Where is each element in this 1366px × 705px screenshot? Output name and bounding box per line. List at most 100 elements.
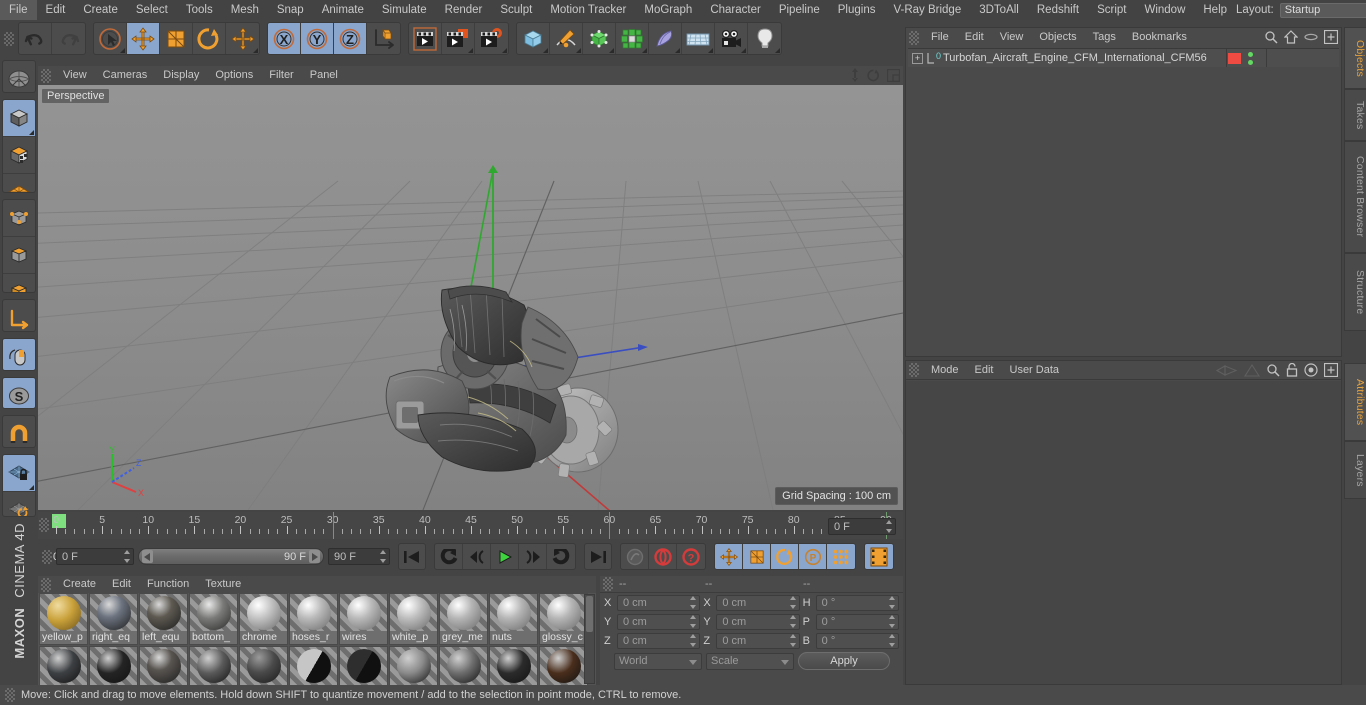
add-environment-button[interactable]	[682, 23, 715, 54]
add-cube-button[interactable]	[517, 23, 550, 54]
expand-panel-icon[interactable]	[1323, 29, 1339, 47]
timeline-playhead[interactable]	[609, 512, 611, 539]
stepper-icon[interactable]	[789, 615, 797, 628]
viewport-menu-filter[interactable]: Filter	[261, 66, 301, 85]
stepper-icon[interactable]	[888, 615, 896, 628]
timeline-playhead[interactable]	[332, 512, 334, 539]
undo-button[interactable]	[19, 23, 52, 54]
back-nav-icon[interactable]	[1215, 364, 1238, 380]
expand-toggle-icon[interactable]: +	[912, 52, 923, 64]
material-gripper[interactable]	[41, 577, 51, 592]
rotation-key-toggle[interactable]	[771, 544, 799, 569]
rotation-h-field[interactable]: 0 °	[815, 594, 899, 611]
material-swatch[interactable]: glossy_c	[539, 593, 588, 645]
lock-z-axis[interactable]: Z	[334, 23, 367, 54]
add-camera-button[interactable]	[715, 23, 748, 54]
stepper-icon[interactable]	[789, 596, 797, 609]
add-deformer-button[interactable]	[649, 23, 682, 54]
object-menu-view[interactable]: View	[992, 28, 1032, 47]
material-swatch[interactable]: wires	[339, 593, 388, 645]
toolbar-gripper[interactable]	[4, 31, 14, 46]
material-scrollbar[interactable]	[584, 594, 595, 684]
step-back-button[interactable]	[463, 544, 491, 569]
position-z-field[interactable]: 0 cm	[617, 632, 701, 649]
stepper-icon[interactable]	[689, 634, 697, 647]
object-tree[interactable]: + 0 Turbofan_Aircraft_Engine_CFM_Interna…	[908, 48, 1339, 355]
pan-view-icon[interactable]	[830, 68, 843, 85]
menu-tools[interactable]: Tools	[177, 0, 222, 20]
object-menu-edit[interactable]: Edit	[957, 28, 992, 47]
viewport-navigation-tool[interactable]	[3, 61, 35, 92]
pla-key-toggle[interactable]	[827, 544, 855, 569]
forward-nav-icon[interactable]	[1243, 363, 1261, 380]
render-settings-button[interactable]	[475, 23, 508, 54]
object-menu-tags[interactable]: Tags	[1085, 28, 1124, 47]
material-menu-create[interactable]: Create	[55, 576, 104, 593]
tab-structure[interactable]: Structure	[1344, 253, 1366, 331]
object-row-turbofan[interactable]: + 0 Turbofan_Aircraft_Engine_CFM_Interna…	[908, 49, 1339, 67]
current-frame-field[interactable]: 0 F	[56, 548, 134, 565]
expand-panel-icon[interactable]	[1323, 362, 1339, 380]
size-y-field[interactable]: 0 cm	[716, 613, 800, 630]
stepper-icon[interactable]	[689, 596, 697, 609]
material-swatch[interactable]: grey_me	[439, 593, 488, 645]
polygons-mode-button[interactable]	[3, 274, 35, 293]
enable-axis-modification[interactable]	[3, 338, 35, 370]
add-array-button[interactable]	[616, 23, 649, 54]
extra-move-tool[interactable]	[226, 23, 259, 54]
material-swatch[interactable]	[139, 646, 188, 685]
layout-dropdown[interactable]: Startup	[1279, 2, 1366, 18]
stepper-icon[interactable]	[379, 550, 387, 563]
live-selection-tool[interactable]	[94, 23, 127, 54]
timeline-toggle-button[interactable]	[865, 544, 893, 569]
tab-objects[interactable]: Objects	[1344, 27, 1366, 89]
menu-sculpt[interactable]: Sculpt	[491, 0, 541, 20]
viewport-gripper[interactable]	[41, 68, 51, 83]
range-right-handle[interactable]	[309, 550, 320, 563]
menu-mograph[interactable]: MoGraph	[635, 0, 701, 20]
rotate-tool[interactable]	[193, 23, 226, 54]
material-swatch[interactable]: right_eq	[89, 593, 138, 645]
stepper-icon[interactable]	[123, 550, 131, 563]
texture-mode-button[interactable]	[3, 137, 35, 174]
tab-takes[interactable]: Takes	[1344, 89, 1366, 141]
zoom-view-icon[interactable]	[850, 68, 860, 85]
material-swatch[interactable]: chrome	[239, 593, 288, 645]
material-swatch[interactable]	[539, 646, 588, 685]
scale-key-toggle[interactable]	[743, 544, 771, 569]
param-key-toggle[interactable]: P	[799, 544, 827, 569]
menu-simulate[interactable]: Simulate	[373, 0, 436, 20]
world-object-coordinates[interactable]	[367, 23, 400, 54]
attribute-menu-user-data[interactable]: User Data	[1002, 361, 1068, 380]
menu-script[interactable]: Script	[1088, 0, 1135, 20]
step-forward-button[interactable]	[519, 544, 547, 569]
position-x-field[interactable]: 0 cm	[617, 594, 701, 611]
ellipse-icon[interactable]	[1304, 32, 1318, 45]
material-swatch[interactable]: white_p	[389, 593, 438, 645]
add-spline-button[interactable]	[550, 23, 583, 54]
material-swatch[interactable]	[439, 646, 488, 685]
end-frame-field[interactable]: 90 F	[328, 548, 390, 565]
preview-frame-field[interactable]: 0 F	[828, 518, 896, 535]
material-menu-edit[interactable]: Edit	[104, 576, 139, 593]
material-swatch[interactable]: hoses_r	[289, 593, 338, 645]
coordinate-system-dropdown[interactable]: World	[614, 652, 702, 670]
menu-plugins[interactable]: Plugins	[829, 0, 885, 20]
material-swatch[interactable]: bottom_	[189, 593, 238, 645]
status-bar-gripper[interactable]	[5, 688, 15, 702]
stepper-icon[interactable]	[888, 634, 896, 647]
size-x-field[interactable]: 0 cm	[716, 594, 800, 611]
menu-select[interactable]: Select	[127, 0, 177, 20]
go-to-end-button[interactable]	[584, 543, 612, 570]
material-menu-function[interactable]: Function	[139, 576, 197, 593]
material-menu-texture[interactable]: Texture	[197, 576, 249, 593]
menu-character[interactable]: Character	[701, 0, 770, 20]
menu-redshift[interactable]: Redshift	[1028, 0, 1088, 20]
viewport-menu-display[interactable]: Display	[155, 66, 207, 85]
tab-content-browser[interactable]: Content Browser	[1344, 141, 1366, 253]
rotation-p-field[interactable]: 0 °	[815, 613, 899, 630]
preview-range-slider[interactable]: 0 F 90 F	[53, 548, 324, 565]
material-swatch[interactable]	[89, 646, 138, 685]
menu-pipeline[interactable]: Pipeline	[770, 0, 829, 20]
object-menu-objects[interactable]: Objects	[1031, 28, 1084, 47]
